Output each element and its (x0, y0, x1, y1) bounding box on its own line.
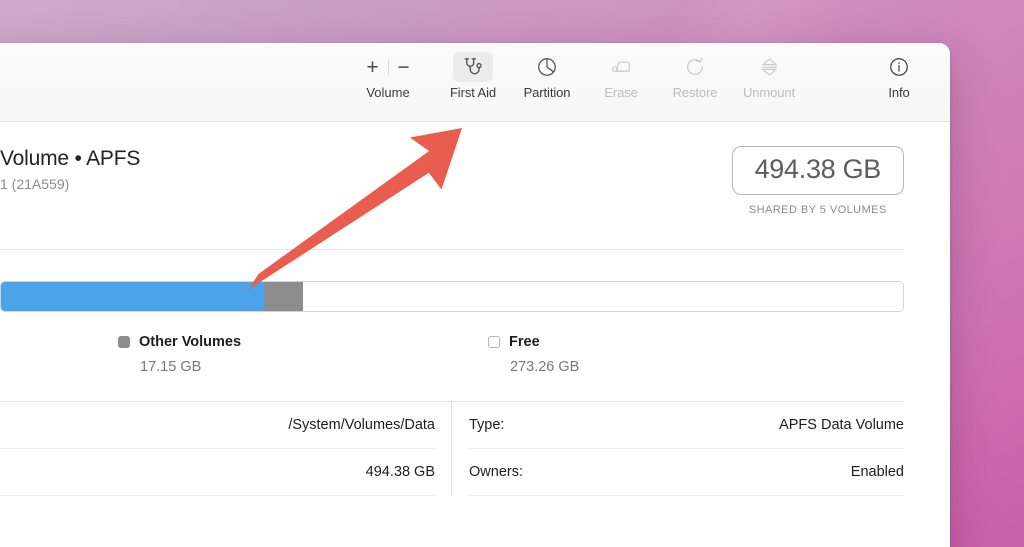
capacity-bar[interactable] (0, 281, 904, 312)
volume-subtitle: 1 (21A559) (0, 176, 70, 193)
table-row: Type: APFS Data Volume (469, 402, 904, 449)
info-circle-icon (879, 52, 919, 82)
capacity-summary: 494.38 GB SHARED BY 5 VOLUMES (731, 146, 904, 216)
toolbar-button-first-aid[interactable]: First Aid (436, 43, 510, 100)
minus-icon[interactable]: − (389, 54, 419, 80)
disk-utility-window: + − Volume First Aid Partition Erase Res… (0, 43, 950, 547)
eject-unmount-icon (749, 52, 789, 82)
stethoscope-icon (453, 52, 493, 82)
toolbar-button-restore[interactable]: Restore (658, 43, 732, 100)
detail-key-owners: Owners: (469, 464, 523, 480)
toolbar-label-partition: Partition (523, 85, 571, 100)
capacity-box: 494.38 GB (731, 146, 904, 195)
table-row: 494.38 GB (0, 449, 435, 496)
capacity-bar-wrap (0, 281, 904, 312)
toolbar-volume-label: Volume (366, 85, 410, 100)
detail-value-mount-point: /System/Volumes/Data (288, 417, 435, 433)
legend-item-free: Free 273.26 GB (488, 334, 858, 375)
detail-key-type: Type: (469, 417, 505, 433)
toolbar-label-first-aid: First Aid (449, 85, 497, 100)
detail-value-type: APFS Data Volume (779, 417, 904, 433)
capacity-segment-free (303, 282, 903, 311)
toolbar-label-info: Info (888, 85, 910, 100)
toolbar-label-restore: Restore (672, 85, 718, 100)
capacity-legend: Other Volumes 17.15 GB Free 273.26 GB (0, 334, 904, 375)
volume-detail-pane: Volume • APFS 1 (21A559) 494.38 GB SHARE… (0, 122, 950, 496)
legend-label-other-volumes: Other Volumes (139, 334, 242, 350)
details-column-right: Type: APFS Data Volume Owners: Enabled (451, 402, 904, 496)
legend-size-free: 273.26 GB (510, 359, 580, 375)
toolbar: + − Volume First Aid Partition Erase Res… (0, 43, 950, 122)
eraser-icon (601, 52, 641, 82)
legend-swatch-other-volumes (118, 336, 130, 348)
volume-header: Volume • APFS 1 (21A559) 494.38 GB SHARE… (0, 122, 904, 216)
table-row: /System/Volumes/Data (0, 402, 435, 449)
capacity-segment-other-volumes (264, 282, 304, 311)
volume-title: Volume • APFS (0, 147, 141, 170)
detail-value-capacity: 494.38 GB (365, 464, 435, 480)
legend-item-other-volumes: Other Volumes 17.15 GB (118, 334, 488, 375)
legend-label-free: Free (509, 334, 540, 350)
toolbar-button-unmount[interactable]: Unmount (732, 43, 806, 100)
detail-value-owners: Enabled (850, 464, 904, 480)
legend-swatch-free (488, 336, 500, 348)
toolbar-button-erase[interactable]: Erase (584, 43, 658, 100)
volume-details-table: /System/Volumes/Data 494.38 GB Type: APF… (0, 401, 904, 496)
capacity-caption: SHARED BY 5 VOLUMES (748, 204, 887, 216)
toolbar-label-unmount: Unmount (742, 85, 796, 100)
table-row: Owners: Enabled (469, 449, 904, 496)
restore-arrow-icon (675, 52, 715, 82)
toolbar-button-info[interactable]: Info (862, 43, 936, 100)
toolbar-label-erase: Erase (604, 85, 638, 100)
pie-chart-icon (527, 52, 567, 82)
capacity-segment-used (1, 282, 265, 311)
plus-icon[interactable]: + (358, 54, 388, 80)
details-column-left: /System/Volumes/Data 494.38 GB (0, 402, 451, 496)
legend-size-other-volumes: 17.15 GB (140, 359, 202, 375)
capacity-value: 494.38 GB (754, 154, 882, 184)
header-divider (0, 249, 904, 250)
toolbar-button-partition[interactable]: Partition (510, 43, 584, 100)
toolbar-volume-control[interactable]: + − Volume (340, 43, 436, 101)
